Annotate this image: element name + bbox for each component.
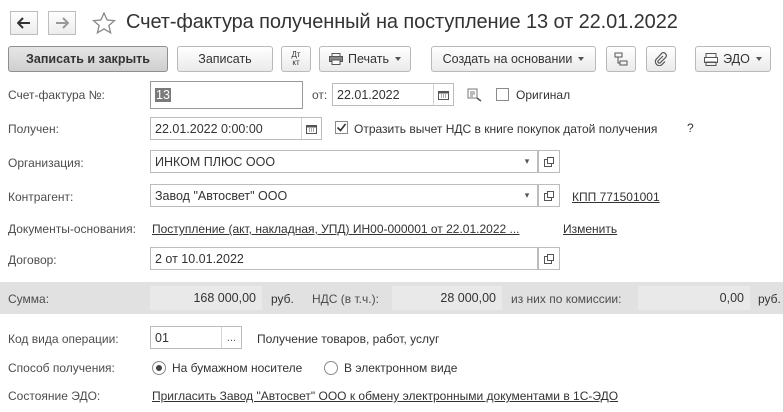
sum-label: Сумма: [8, 292, 50, 306]
counterparty-open-button[interactable] [538, 184, 560, 207]
select-button[interactable]: ... [221, 327, 241, 348]
attach-button[interactable] [646, 46, 676, 72]
structure-icon [614, 52, 628, 66]
calendar-icon[interactable] [433, 84, 453, 105]
page-title: Счет-фактура полученный на поступление 1… [126, 11, 678, 33]
invoice-number-field[interactable]: 13 [150, 81, 303, 109]
chevron-down-icon [394, 57, 401, 61]
edo-label: ЭДО [723, 52, 750, 66]
radio-paper-label: На бумажном носителе [172, 361, 303, 375]
original-label: Оригинал [516, 88, 571, 102]
contract-label: Договор: [8, 253, 57, 267]
open-icon [544, 156, 554, 167]
vat-reflect-checkbox[interactable] [335, 121, 348, 134]
vat-reflect-label: Отразить вычет НДС в книге покупок датой… [354, 122, 658, 136]
dt-kt-icon: Дт кт [291, 50, 301, 67]
organization-value: ИНКОМ ПЛЮС ООО [155, 154, 276, 169]
operation-code-value: 01 [155, 330, 169, 345]
chevron-down-icon[interactable]: ▾ [517, 151, 537, 172]
save-and-close-label: Записать и закрыть [26, 52, 150, 66]
calendar-icon[interactable] [301, 118, 321, 139]
received-date-value: 22.01.2022 0:00:00 [155, 121, 263, 136]
doc-flow-icon[interactable] [467, 88, 483, 102]
star-icon[interactable] [92, 12, 116, 34]
radio-electronic-label: В электронном виде [344, 361, 458, 375]
commission-currency: руб. [758, 292, 781, 306]
operation-code-label: Код вида операции: [8, 332, 119, 346]
invoice-date-value: 22.01.2022 [337, 87, 400, 102]
counterparty-value: Завод "Автосвет" ООО [155, 188, 288, 203]
invoice-number-value: 13 [155, 88, 171, 102]
contract-open-button[interactable] [538, 247, 560, 270]
radio-electronic[interactable] [324, 361, 338, 375]
chevron-down-icon [578, 57, 585, 61]
change-link[interactable]: Изменить [563, 222, 617, 236]
counterparty-label: Контрагент: [8, 190, 74, 204]
dt-kt-button[interactable]: Дт кт [281, 46, 311, 72]
organization-label: Организация: [8, 156, 84, 170]
arrow-left-icon [17, 17, 30, 29]
base-docs-label: Документы-основания: [8, 222, 136, 236]
commission-value: 0,00 [719, 291, 744, 305]
checkmark-icon [336, 123, 347, 132]
vat-field: 28 000,00 [392, 286, 502, 310]
edo-icon [704, 52, 719, 66]
contract-field[interactable]: 2 от 10.01.2022 [150, 247, 538, 270]
commission-field: 0,00 [638, 286, 750, 310]
vat-label: НДС (в т.ч.): [312, 292, 379, 306]
paperclip-icon [654, 52, 667, 66]
contract-value: 2 от 10.01.2022 [155, 251, 244, 266]
base-docs-link[interactable]: Поступление (акт, накладная, УПД) ИН00-0… [152, 222, 520, 236]
create-based-on-label: Создать на основании [442, 52, 573, 66]
sum-currency: руб. [271, 292, 294, 306]
original-checkbox[interactable] [496, 88, 509, 101]
operation-code-field[interactable]: 01 ... [150, 326, 242, 349]
invoice-date-field[interactable]: 22.01.2022 [332, 83, 454, 106]
organization-field[interactable]: ИНКОМ ПЛЮС ООО ▾ [150, 150, 538, 173]
help-icon[interactable]: ? [687, 121, 694, 135]
commission-label: из них по комиссии: [511, 292, 622, 306]
print-button[interactable]: Печать [319, 46, 411, 72]
open-icon [544, 190, 554, 201]
edo-button[interactable]: ЭДО [695, 46, 771, 72]
sum-field: 168 000,00 [150, 286, 262, 310]
open-icon [544, 253, 554, 264]
kpp-link[interactable]: КПП 771501001 [572, 190, 660, 204]
receipt-method-label: Способ получения: [8, 361, 115, 375]
printer-icon [329, 53, 344, 65]
forward-button[interactable] [48, 11, 76, 35]
create-based-on-button[interactable]: Создать на основании [431, 46, 596, 72]
chevron-down-icon [755, 57, 762, 61]
chevron-down-icon[interactable]: ▾ [517, 185, 537, 206]
back-button[interactable] [10, 11, 38, 35]
radio-paper[interactable] [152, 361, 166, 375]
from-label: от: [312, 88, 328, 102]
counterparty-field[interactable]: Завод "Автосвет" ООО ▾ [150, 184, 538, 207]
edo-state-label: Состояние ЭДО: [8, 389, 101, 403]
operation-code-description: Получение товаров, работ, услуг [257, 332, 440, 346]
received-date-field[interactable]: 22.01.2022 0:00:00 [150, 117, 322, 140]
arrow-right-icon [56, 17, 69, 29]
organization-open-button[interactable] [538, 150, 560, 173]
structure-button[interactable] [606, 46, 636, 72]
save-label: Записать [198, 52, 252, 66]
edo-invite-link[interactable]: Пригласить Завод "Автосвет" ООО к обмену… [152, 389, 618, 403]
received-label: Получен: [8, 122, 59, 136]
print-label: Печать [348, 52, 389, 66]
save-button[interactable]: Записать [177, 46, 273, 72]
vat-value: 28 000,00 [440, 291, 496, 305]
invoice-number-label: Счет-фактура №: [8, 88, 105, 102]
sum-value: 168 000,00 [193, 291, 256, 305]
save-and-close-button[interactable]: Записать и закрыть [8, 46, 168, 72]
